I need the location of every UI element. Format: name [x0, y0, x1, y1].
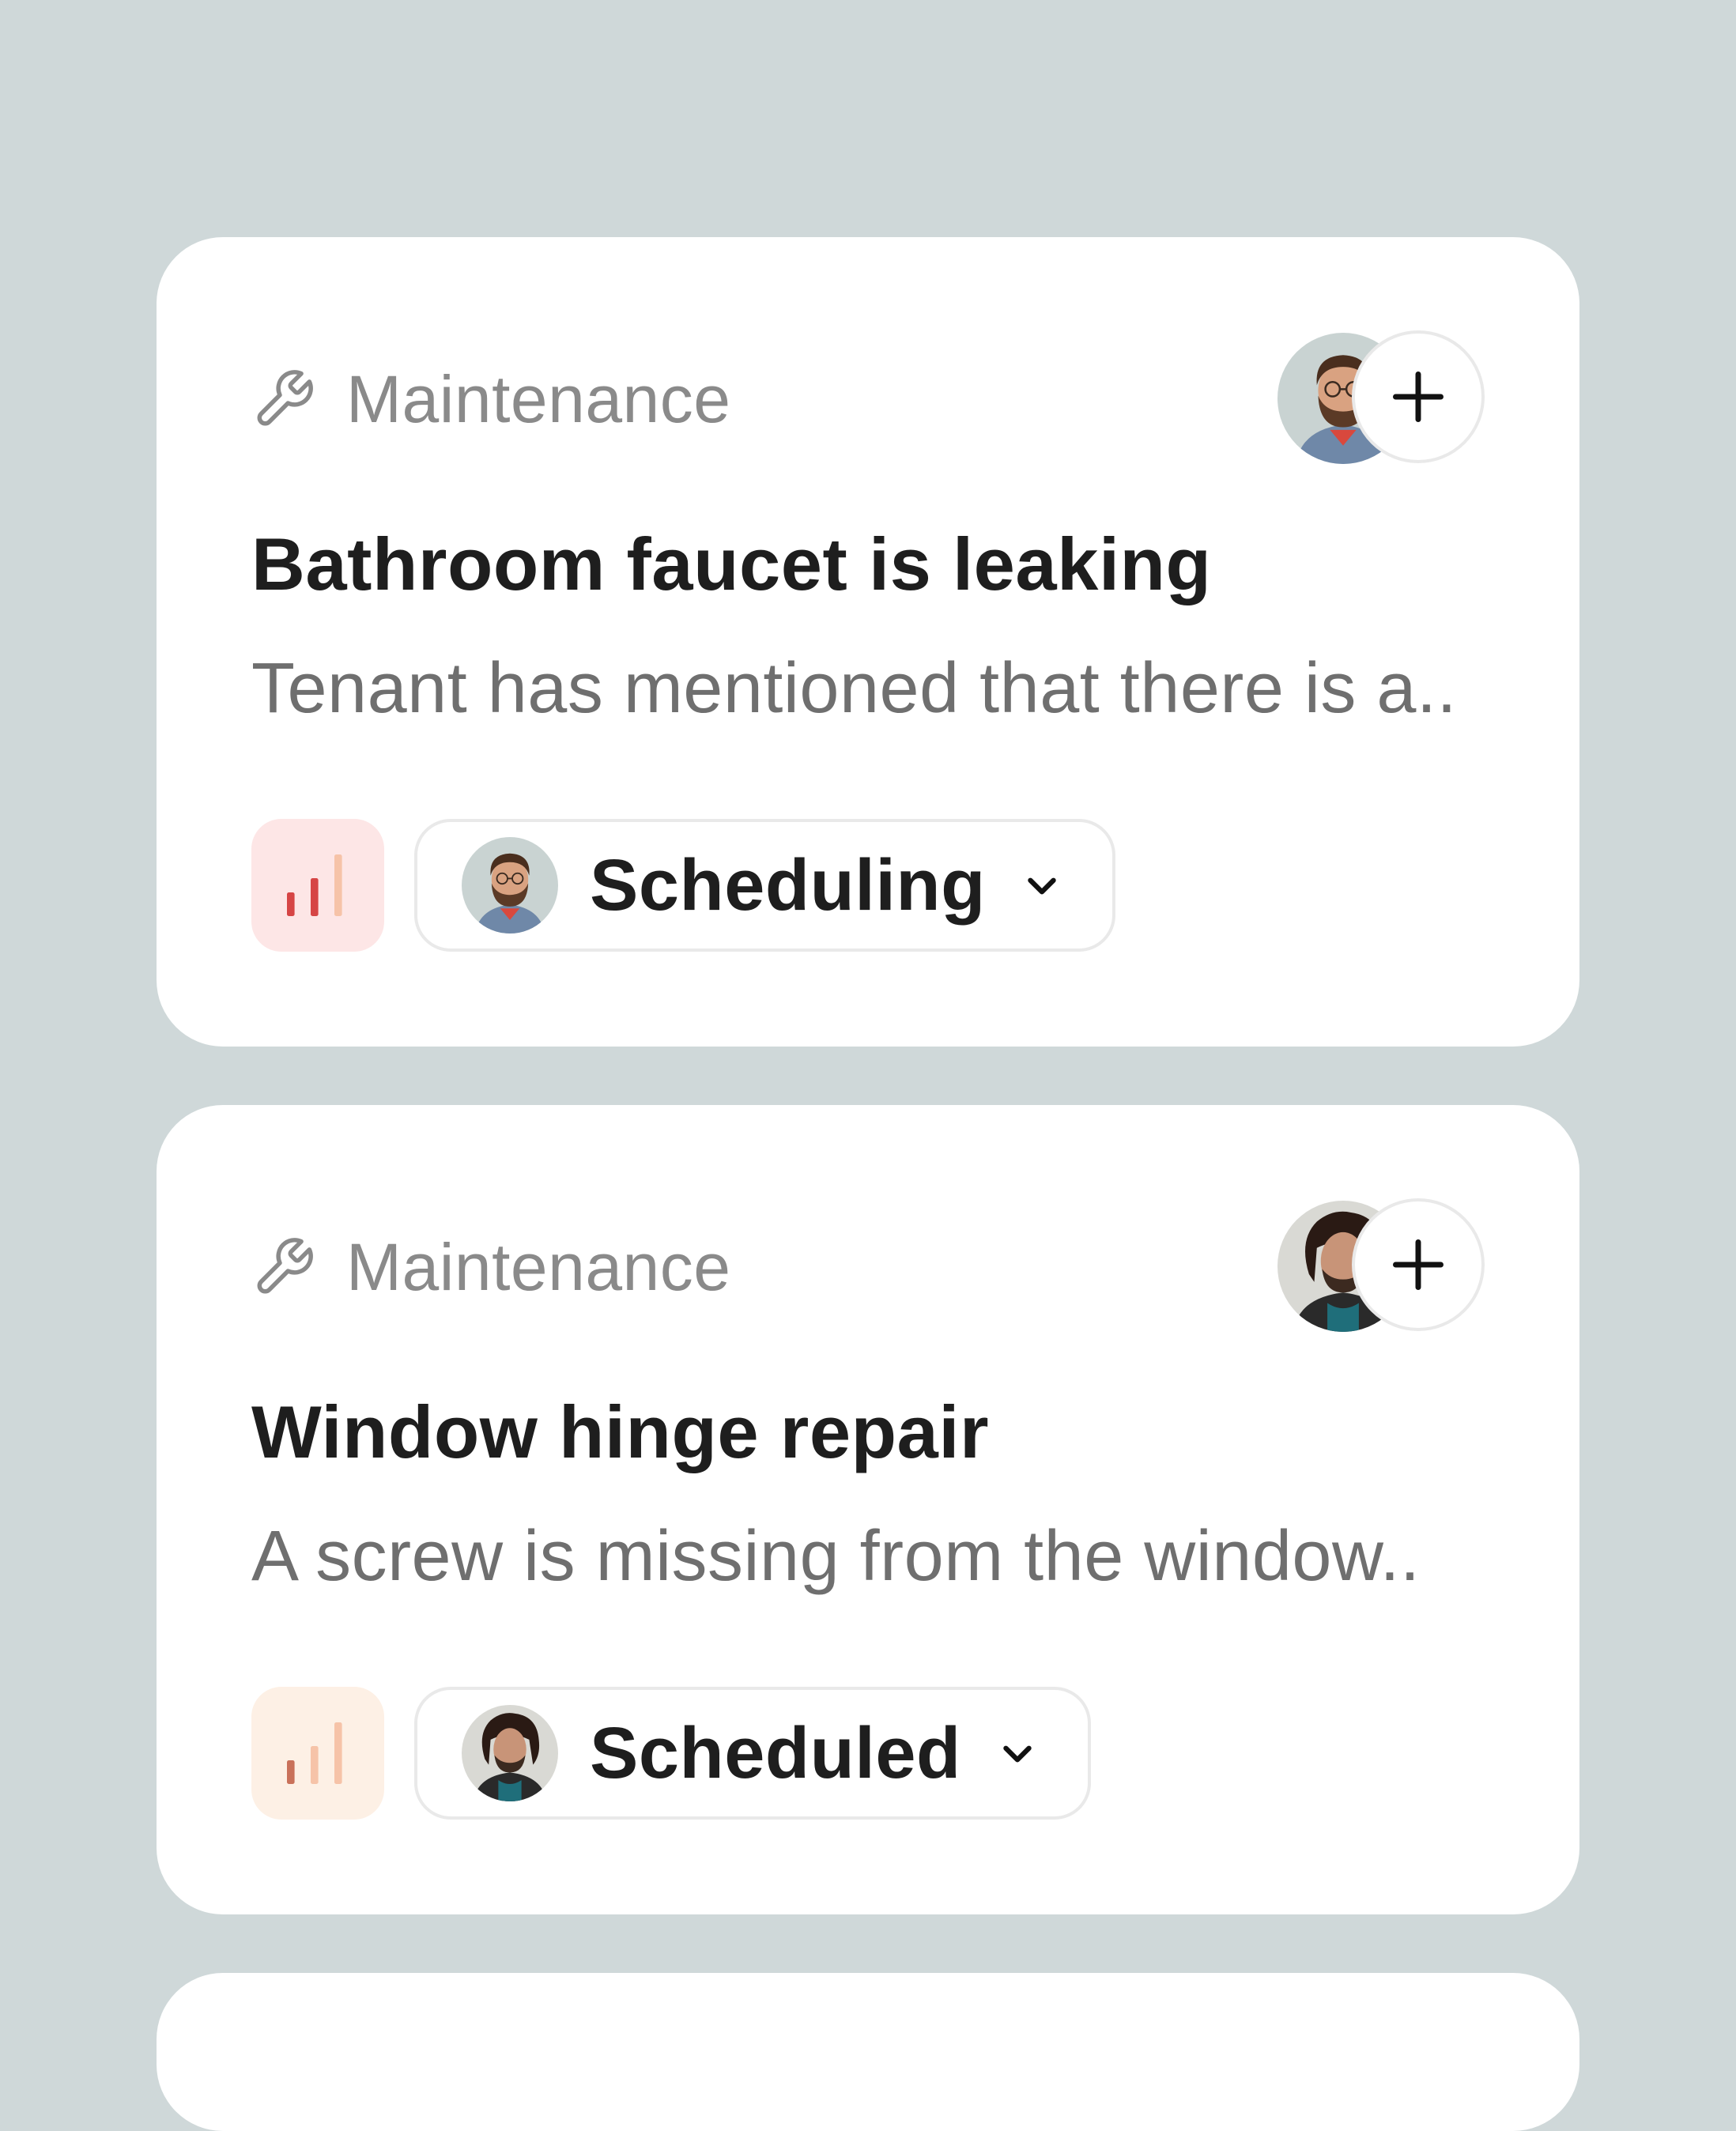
signal-bars-icon — [287, 1722, 342, 1784]
avatar — [462, 1705, 558, 1801]
task-description: A screw is missing from the window.. — [251, 1517, 1421, 1596]
plus-icon — [1393, 1239, 1444, 1290]
category-label: Maintenance — [346, 361, 731, 436]
task-title: Bathroom faucet is leaking — [251, 522, 1212, 605]
priority-badge[interactable] — [251, 1687, 384, 1820]
assignee-group — [1277, 330, 1485, 466]
status-dropdown[interactable]: Scheduled — [414, 1687, 1091, 1820]
task-card[interactable] — [157, 1973, 1579, 2131]
add-assignee-button[interactable] — [1352, 330, 1485, 463]
chevron-down-icon — [1003, 1745, 1032, 1763]
task-card[interactable]: Maintenance Bathroom faucet is leaking T… — [157, 237, 1579, 1047]
assignee-group — [1277, 1198, 1485, 1334]
avatar — [462, 837, 558, 933]
status-label: Scheduling — [590, 844, 986, 926]
status-dropdown[interactable]: Scheduling — [414, 819, 1115, 952]
chevron-down-icon — [1028, 877, 1056, 895]
status-label: Scheduled — [590, 1712, 961, 1793]
wrench-icon — [257, 1238, 313, 1294]
task-footer: Scheduled — [251, 1687, 1091, 1820]
task-description: Tenant has mentioned that there is a.. — [251, 649, 1457, 728]
task-category: Maintenance — [251, 1229, 731, 1304]
add-assignee-button[interactable] — [1352, 1198, 1485, 1331]
plus-icon — [1393, 372, 1444, 422]
signal-bars-icon — [287, 854, 342, 916]
task-title: Window hinge repair — [251, 1390, 990, 1473]
task-category: Maintenance — [251, 361, 731, 436]
priority-badge[interactable] — [251, 819, 384, 952]
task-card[interactable]: Maintenance Window hinge repair A screw … — [157, 1105, 1579, 1914]
task-footer: Scheduling — [251, 819, 1115, 952]
wrench-icon — [257, 370, 313, 426]
category-label: Maintenance — [346, 1229, 731, 1304]
